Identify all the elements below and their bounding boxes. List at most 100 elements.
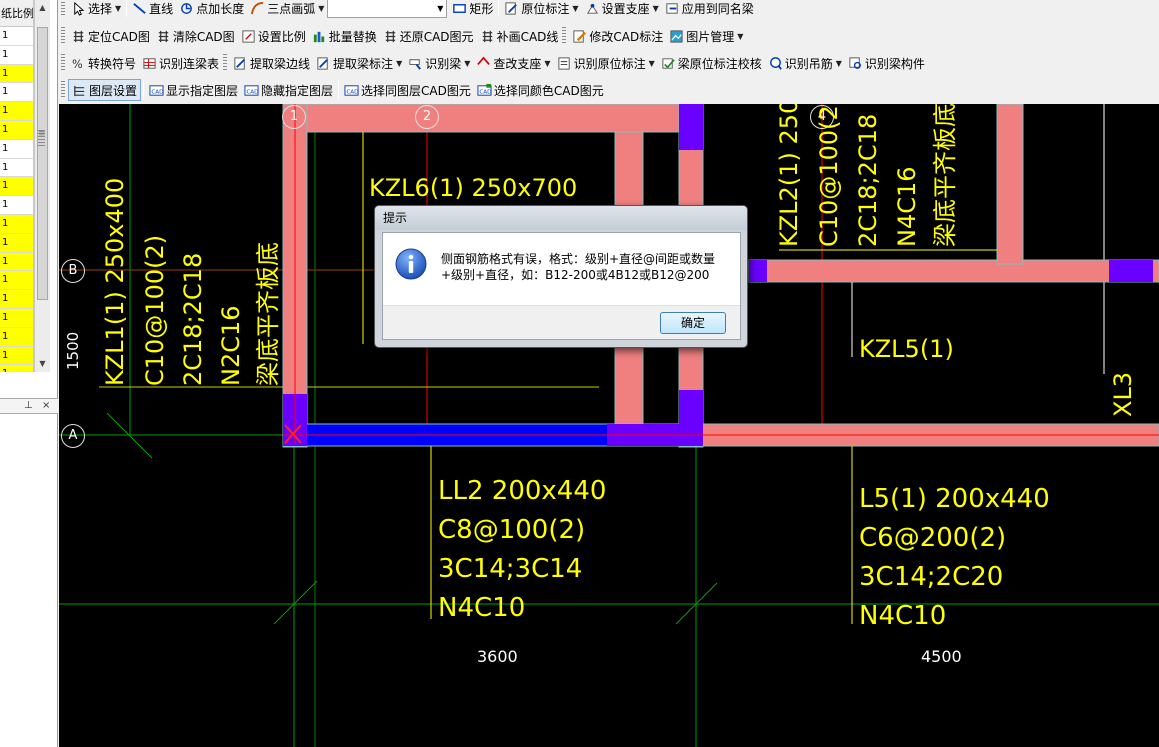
beam-label-l5-stirrup[interactable]: C6@200(2) [859,525,1006,551]
set-scale-button[interactable]: 设置比例 [238,25,309,47]
identify-beam-button[interactable]: 识别梁 ▼ [405,52,473,74]
table-row[interactable]: 1 [0,196,34,215]
check-support-button[interactable]: 查改支座 ▼ [473,52,553,74]
extract-label-icon [317,56,328,70]
beam-label-kzl1-side[interactable]: N2C16 [217,305,245,386]
table-row[interactable]: 1 [0,346,34,366]
beam-label-l5-side[interactable]: N4C10 [859,603,946,629]
table-row[interactable]: 1 [0,64,34,84]
table-row[interactable]: 1 [0,214,34,234]
patch-cad-line-button[interactable]: 补画CAD线 [477,25,562,47]
select-same-layer-cad-button[interactable]: CAD 选择同图层CAD图元 [341,79,474,101]
scroll-up-icon[interactable]: ▲ [35,0,50,16]
identify-continuous-beam-table-button[interactable]: 识别连梁表 [139,52,222,74]
hide-specified-layer-button[interactable]: CAD 隐藏指定图层 [241,79,336,101]
table-row[interactable]: 1 [0,177,34,197]
beam-label-kzl1-name[interactable]: KZL1(1) 250x400 [101,178,129,386]
scroll-down-icon[interactable]: ▼ [35,356,50,372]
axis-bubble-2: 2 [415,105,439,129]
beam-label-kzl2-note[interactable]: 梁底平齐板底 [931,104,959,247]
table-row[interactable]: 1 [0,45,34,65]
locate-icon [73,30,84,42]
beam-label-kzl1-note[interactable]: 梁底平齐板底 [254,242,282,386]
beam-label-ll2-rebar[interactable]: 3C14;3C14 [438,556,582,582]
table-row[interactable]: 1 [0,120,34,140]
clear-cad-button[interactable]: 清除CAD图 [153,25,238,47]
restore-cad-button[interactable]: 还原CAD图元 [380,25,477,47]
beam-label-l5-name[interactable]: L5(1) 200x440 [859,486,1050,512]
beam-label-l5-rebar[interactable]: 3C14;2C20 [859,564,1003,590]
dialog-titlebar[interactable]: 提示 [375,206,747,230]
beam-label-kzl1-rebar[interactable]: 2C18;2C18 [179,253,207,386]
beam-label-kzl6[interactable]: KZL6(1) 250x700 [369,176,577,200]
toolbar-grip[interactable] [61,81,65,99]
table-row[interactable]: 1 [0,233,34,253]
locate-cad-label: 定位CAD图 [88,29,150,44]
beam-label-xl3[interactable]: XL3 [1109,372,1137,417]
pin-icon[interactable]: ⊥ [24,399,33,413]
modify-cad-label-button[interactable]: 修改CAD标注 [569,25,666,47]
table-row[interactable]: 1 [0,158,34,178]
select-same-color-cad-button[interactable]: CAD 选择同颜色CAD图元 [474,79,607,101]
toolbar-grip[interactable] [562,27,567,45]
layer-settings-button[interactable]: 图层设置 [68,79,142,101]
show-specified-layer-button[interactable]: CAD 显示指定图层 [146,79,241,101]
table-row[interactable]: 1 [0,27,34,46]
arc-icon [251,1,264,14]
locate-cad-button[interactable]: 定位CAD图 [68,25,153,47]
support-column [679,104,703,150]
three-point-arc-button[interactable]: 三点画弧 ▼ [247,0,327,19]
identify-hanger-button[interactable]: 识别吊筋 ▼ [765,52,845,74]
toolbar-grip[interactable] [61,0,65,17]
beam-label-kzl5[interactable]: KZL5(1) [859,337,954,361]
apply-same-name-beam-button[interactable]: 应用到同名梁 [662,0,757,19]
toolbar-grip[interactable] [61,54,65,72]
beam-label-kzl1-stirrup[interactable]: C10@100(2) [141,235,169,386]
beam-label-kzl2-rebar[interactable]: 2C18;2C18 [854,114,882,247]
chevron-down-icon: ▼ [437,3,444,13]
identify-in-situ-label-button[interactable]: 识别原位标注 ▼ [554,52,658,74]
table-row[interactable]: 1 [0,308,34,328]
table-header-scale[interactable]: 纸比例 [0,0,34,27]
identify-beam-member-label: 识别梁构件 [864,56,925,71]
image-manage-button[interactable]: 图片管理 ▼ [666,25,746,47]
table-row[interactable]: 1 [0,102,34,121]
identify-hanger-label: 识别吊筋 [784,56,833,71]
scrollbar-thumb[interactable] [37,27,48,300]
beam-label-kzl2-name[interactable]: KZL2(1) 250 [775,104,803,247]
toolbar-grip[interactable] [61,27,65,45]
set-support-button[interactable]: 设置支座 ▼ [582,0,662,19]
rectangle-button[interactable]: 矩形 [449,0,496,19]
extract-beam-edge-button[interactable]: 提取梁边线 [230,52,313,74]
identify-beam-member-button[interactable]: 识别梁构件 [845,52,928,74]
point-length-button[interactable]: 点加长度 [176,0,247,19]
line-button[interactable]: 直线 [129,0,176,19]
arc-mode-select[interactable]: ▼ [327,0,448,18]
table-row[interactable]: 1 [0,83,34,103]
close-icon[interactable]: × [42,399,50,413]
beam-top [282,104,704,133]
table-row[interactable]: 1 [0,271,34,291]
toolbar-grip[interactable] [223,54,228,72]
batch-replace-button[interactable]: 批量替换 [309,25,380,47]
beam-label-kzl2-side[interactable]: N4C16 [893,166,921,247]
table-row[interactable]: 1 [0,290,34,309]
beam-label-kzl2-stirrup[interactable]: C10@100(2 [815,105,843,247]
beam-label-ll2-side[interactable]: N4C10 [438,595,525,621]
table-row[interactable]: 1 [0,327,34,347]
table-row[interactable]: 1 [0,252,34,272]
in-situ-annotation-button[interactable]: 原位标注 ▼ [501,0,581,19]
beam-label-ll2-stirrup[interactable]: C8@100(2) [438,517,585,543]
cad-drawing-canvas[interactable]: 1 2 4 B A KZL6(1) 250x700 KZL1(1) 250x40… [59,104,1159,747]
ok-button[interactable]: 确定 [660,312,726,334]
convert-symbol-button[interactable]: % 转换符号 [68,52,139,74]
extract-beam-label-button[interactable]: 提取梁标注 ▼ [313,52,405,74]
table-vertical-scrollbar[interactable]: ▲ ≡ ▼ [34,0,50,372]
select-button[interactable]: 选择 ▼ [68,0,124,19]
svg-text:CAD: CAD [246,89,258,95]
apply-same-name-beam-label: 应用到同名梁 [681,1,754,16]
table-row[interactable]: 1 [0,139,34,159]
beam-label-ll2-name[interactable]: LL2 200x440 [438,478,606,504]
check-in-situ-label-button[interactable]: 梁原位标注校核 [658,52,765,74]
table-row[interactable]: 1 [0,365,34,372]
